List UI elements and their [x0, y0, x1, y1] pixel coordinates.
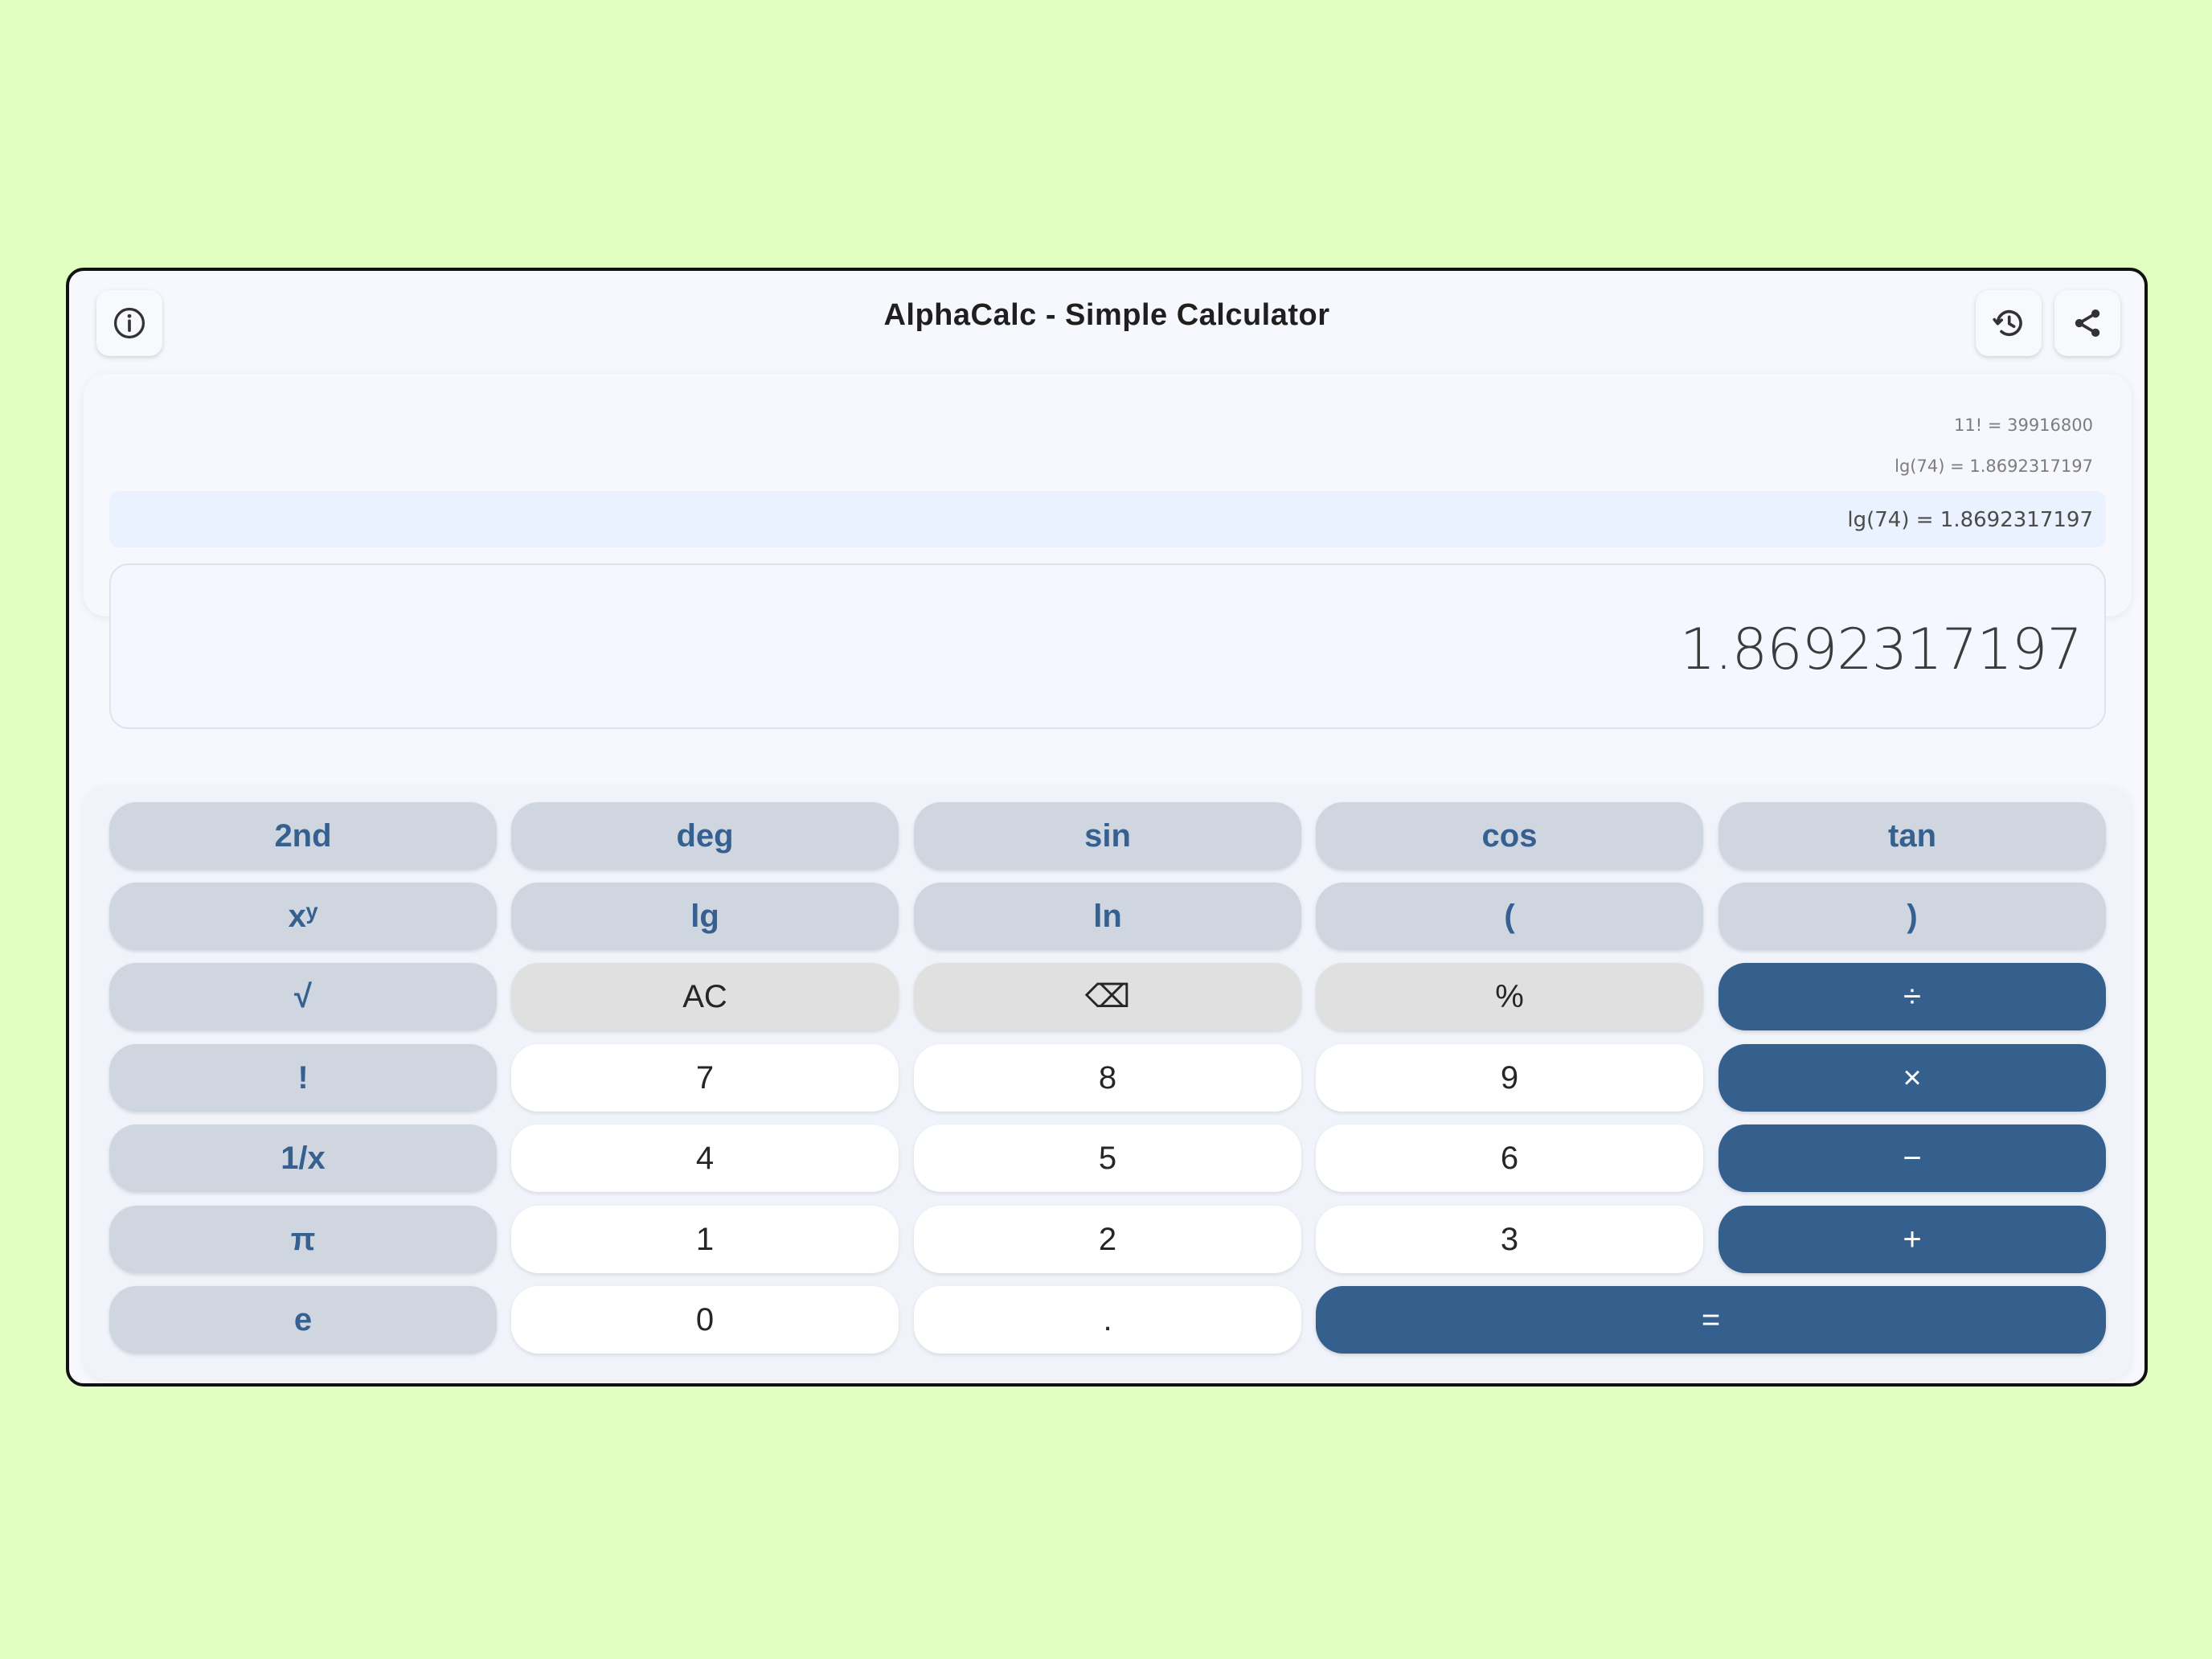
percent-button[interactable]: %: [1316, 963, 1703, 1030]
digit-1-button[interactable]: 1: [511, 1206, 899, 1273]
digit-2-button[interactable]: 2: [914, 1206, 1301, 1273]
digit-6-button[interactable]: 6: [1316, 1124, 1703, 1192]
digit-4-button[interactable]: 4: [511, 1124, 899, 1192]
history-entry[interactable]: lg(74) = 1.8692317197: [1895, 457, 2093, 476]
digit-9-button[interactable]: 9: [1316, 1044, 1703, 1112]
digit-5-button[interactable]: 5: [914, 1124, 1301, 1192]
history-icon: [1993, 309, 2022, 337]
pi-button[interactable]: π: [109, 1206, 497, 1273]
second-function-button[interactable]: 2nd: [109, 802, 497, 870]
digit-3-button[interactable]: 3: [1316, 1206, 1703, 1273]
calculator-window: AlphaCalc - Simple Calculator 11! = 3991…: [66, 268, 2148, 1387]
multiply-button[interactable]: ×: [1718, 1044, 2106, 1112]
euler-button[interactable]: e: [109, 1286, 497, 1354]
history-button[interactable]: [1976, 290, 2042, 356]
decimal-button[interactable]: .: [914, 1286, 1301, 1354]
subtract-button[interactable]: −: [1718, 1124, 2106, 1192]
equals-button[interactable]: =: [1316, 1286, 2106, 1354]
digit-8-button[interactable]: 8: [914, 1044, 1301, 1112]
history-entry[interactable]: 11! = 39916800: [1954, 416, 2093, 435]
reciprocal-button[interactable]: 1/x: [109, 1124, 497, 1192]
digit-0-button[interactable]: 0: [511, 1286, 899, 1354]
open-paren-button[interactable]: (: [1316, 883, 1703, 950]
app-title: AlphaCalc - Simple Calculator: [883, 298, 1330, 332]
share-icon: [2075, 309, 2100, 338]
digit-7-button[interactable]: 7: [511, 1044, 899, 1112]
log-button[interactable]: lg: [511, 883, 899, 950]
header: AlphaCalc - Simple Calculator: [69, 271, 2144, 367]
sqrt-button[interactable]: √: [109, 963, 497, 1030]
tan-button[interactable]: tan: [1718, 802, 2106, 870]
add-button[interactable]: +: [1718, 1206, 2106, 1273]
degree-mode-button[interactable]: deg: [511, 802, 899, 870]
sin-button[interactable]: sin: [914, 802, 1301, 870]
divide-button[interactable]: ÷: [1718, 963, 2106, 1030]
ln-button[interactable]: ln: [914, 883, 1301, 950]
backspace-button[interactable]: ⌫: [914, 963, 1301, 1030]
expression-text: lg(74) = 1.8692317197: [1847, 508, 2093, 532]
expression-bar: lg(74) = 1.8692317197: [109, 491, 2106, 547]
share-button[interactable]: [2054, 290, 2120, 356]
power-button[interactable]: xʸ: [109, 883, 497, 950]
close-paren-button[interactable]: ): [1718, 883, 2106, 950]
keypad: 2nd deg sin cos tan xʸ lg ln ( ) √ AC ⌫ …: [84, 786, 2132, 1379]
cos-button[interactable]: cos: [1316, 802, 1703, 870]
all-clear-button[interactable]: AC: [511, 963, 899, 1030]
factorial-button[interactable]: !: [109, 1044, 497, 1112]
result-value: 1.8692317197: [1679, 616, 2083, 682]
result-display: 1.8692317197: [109, 563, 2106, 729]
